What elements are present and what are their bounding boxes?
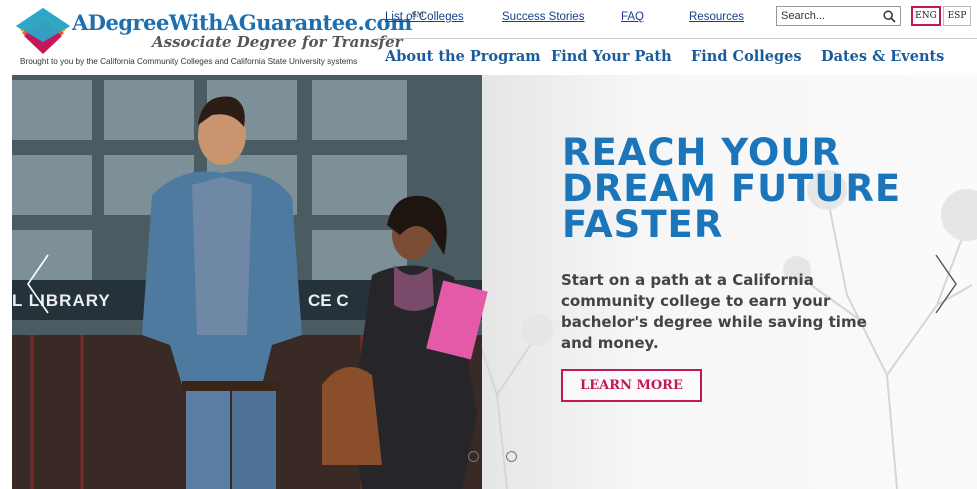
carousel-dot-2[interactable] [506, 451, 517, 462]
logo-diamond-icon [16, 8, 70, 54]
carousel-prev-arrow-icon[interactable] [24, 253, 52, 315]
nav-find-colleges[interactable]: Find Colleges [691, 48, 802, 65]
nav-find-your-path[interactable]: Find Your Path [551, 48, 672, 65]
logo-tagline: Brought to you by the California Communi… [20, 57, 358, 66]
learn-more-button[interactable]: LEARN MORE [561, 369, 702, 402]
nav-divider [377, 38, 977, 39]
hero-title: REACH YOUR DREAM FUTURE FASTER [562, 131, 922, 246]
hero-title-line-2: DREAM FUTURE [562, 167, 902, 210]
logo-title: ADegreeWithAGuarantee.comSM [72, 10, 424, 35]
util-link-success-stories[interactable]: Success Stories [502, 11, 584, 23]
util-link-resources[interactable]: Resources [689, 11, 744, 23]
hero-title-line-1: REACH YOUR [562, 131, 841, 174]
util-link-faq[interactable]: FAQ [621, 11, 644, 23]
carousel-next-arrow-icon[interactable] [932, 253, 960, 315]
hero-description: Start on a path at a California communit… [561, 271, 867, 352]
search-input[interactable] [781, 9, 879, 23]
lang-eng-button[interactable]: ENG [911, 6, 941, 26]
util-link-list-of-colleges[interactable]: List of Colleges [385, 11, 464, 23]
nav-dates-events[interactable]: Dates & Events [821, 48, 944, 65]
search-box [776, 6, 901, 26]
site-logo[interactable]: ADegreeWithAGuarantee.comSM Associate De… [12, 6, 424, 70]
logo-subtitle: Associate Degree for Transfer [152, 33, 403, 51]
hero-title-line-3: FASTER [562, 203, 724, 246]
students-photo [142, 96, 488, 489]
carousel-dot-1[interactable] [468, 451, 479, 462]
site-header: ADegreeWithAGuarantee.comSM Associate De… [0, 0, 977, 75]
search-icon[interactable] [883, 10, 896, 23]
lang-esp-button[interactable]: ESP [943, 6, 971, 26]
nav-about-the-program[interactable]: About the Program [385, 48, 541, 65]
hero-carousel: L LIBRARY CE C REACH YOUR DREAM FUTURE F… [12, 75, 977, 489]
